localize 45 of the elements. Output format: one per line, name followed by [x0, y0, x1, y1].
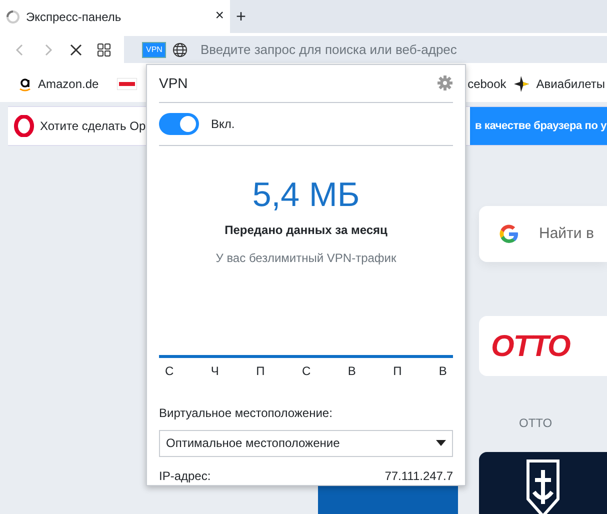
- traffic-note: У вас безлимитный VPN-трафик: [214, 250, 398, 268]
- day-label: П: [393, 362, 402, 380]
- vpn-toggle[interactable]: [159, 112, 199, 135]
- day-label: В: [438, 362, 447, 380]
- tab-title: Экспресс-панель: [26, 8, 122, 26]
- address-placeholder: Введите запрос для поиска или веб-адрес: [200, 40, 457, 59]
- day-label: С: [302, 362, 311, 380]
- popup-title: VPN: [159, 74, 188, 93]
- usage-label: Передано данных за месяц: [224, 222, 388, 240]
- bookmark-label: Amazon.de: [38, 76, 99, 93]
- tile-logo: OTTO: [491, 328, 570, 364]
- o-logo-icon: [14, 115, 34, 137]
- settings-icon[interactable]: [437, 75, 453, 92]
- caret-icon: [436, 440, 446, 446]
- new-tab-button[interactable]: +: [236, 4, 246, 30]
- address-field[interactable]: VPN Введите запрос для поиска или веб-адрес: [124, 36, 607, 63]
- bookmark-label[interactable]: cebook: [468, 75, 506, 93]
- stop-icon[interactable]: [68, 42, 84, 58]
- search-box[interactable]: Найти в: [479, 206, 607, 262]
- globe-icon: [172, 42, 188, 58]
- notification-text: Хотите сделать Op: [40, 118, 146, 135]
- bookmark-logo-icon[interactable]: [116, 78, 137, 90]
- usage-amount: 5,4 МБ: [251, 175, 361, 216]
- g-logo-icon: [497, 222, 521, 246]
- close-tab-button[interactable]: ×: [215, 5, 224, 28]
- toggle-label: Вкл.: [211, 116, 235, 133]
- speed-dial-tile[interactable]: [318, 486, 458, 514]
- grid-icon[interactable]: [96, 42, 112, 58]
- browser-tab[interactable]: Экспресс-панель ×: [0, 0, 230, 33]
- amazon-logo-icon: [18, 76, 32, 92]
- bookmark[interactable]: Amazon.de: [18, 75, 99, 93]
- day-label: С: [165, 362, 174, 380]
- ip-label: IP-адрес:: [159, 468, 211, 485]
- day-label: П: [256, 362, 265, 380]
- location-select[interactable]: Оптимальное местоположение: [159, 430, 453, 457]
- location-label: Виртуальное местоположение:: [159, 404, 334, 422]
- speed-dial-tile[interactable]: OTTO: [479, 316, 607, 376]
- search-placeholder: Найти в: [539, 224, 594, 244]
- speed-dial-tile[interactable]: [479, 452, 607, 514]
- day-label: Ч: [210, 362, 219, 380]
- airplane-icon: [512, 75, 530, 93]
- day-label: В: [348, 362, 356, 380]
- tile-caption: OTTO: [519, 415, 554, 432]
- bookmark-label[interactable]: Авиабилеты: [536, 75, 605, 93]
- ip-address: 77.111.247.7: [384, 468, 453, 485]
